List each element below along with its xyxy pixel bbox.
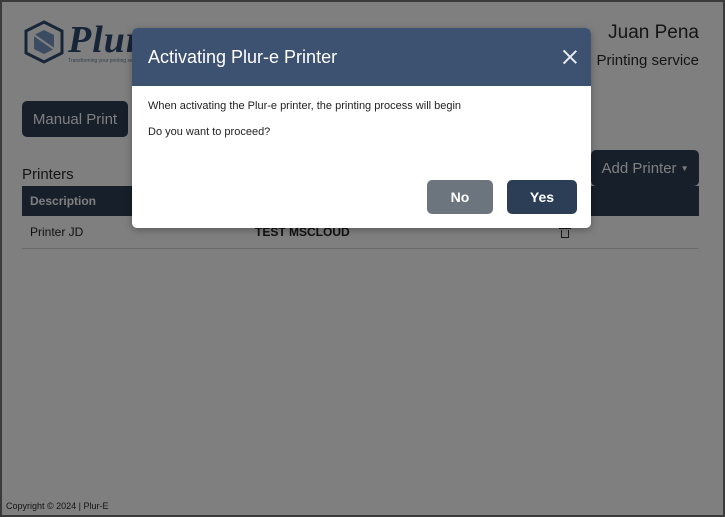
dialog-body: When activating the Plur-e printer, the … xyxy=(132,86,591,138)
activate-printer-dialog: Activating Plur-e Printer When activatin… xyxy=(132,28,591,228)
dialog-footer: No Yes xyxy=(427,180,577,214)
close-icon[interactable] xyxy=(563,50,577,64)
yes-button[interactable]: Yes xyxy=(507,180,577,214)
app-window: Plur-e Transforming your printing servic… xyxy=(0,0,725,517)
dialog-message: When activating the Plur-e printer, the … xyxy=(148,100,462,112)
dialog-title: Activating Plur-e Printer xyxy=(148,46,338,67)
dialog-header: Activating Plur-e Printer xyxy=(132,28,591,86)
dialog-question: Do you want to proceed? xyxy=(148,126,271,138)
no-button[interactable]: No xyxy=(427,180,493,214)
